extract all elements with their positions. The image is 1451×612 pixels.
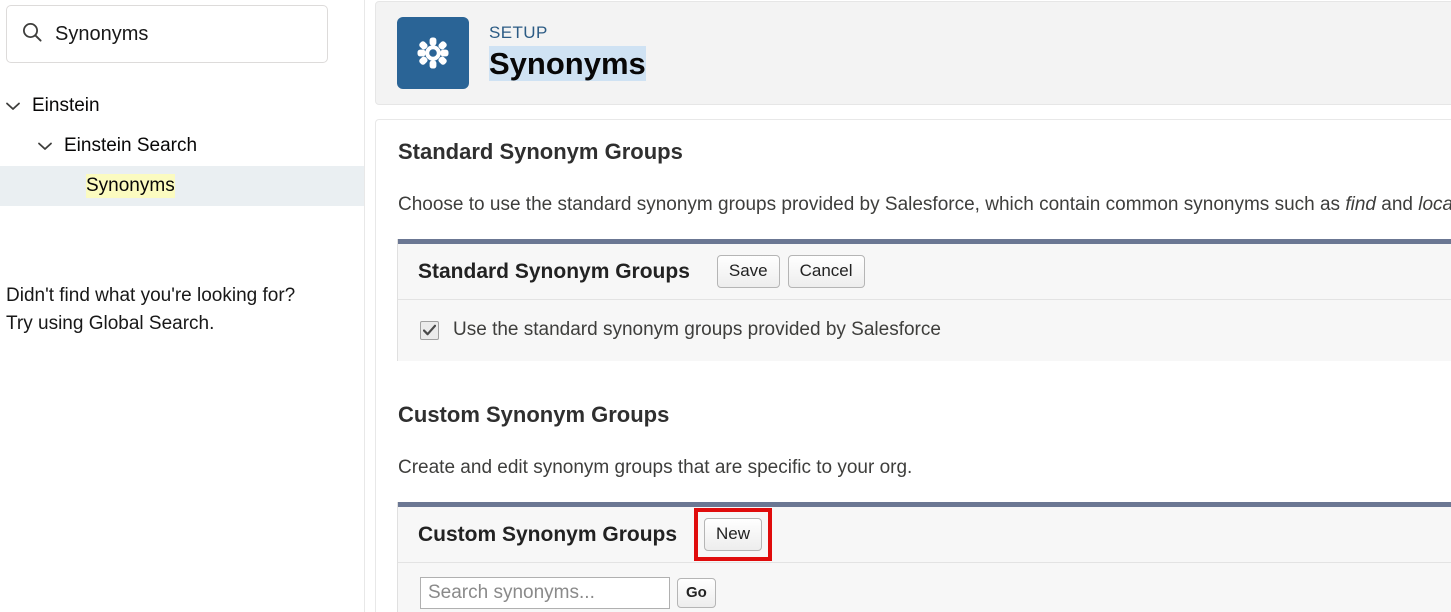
page-title-text: Synonyms <box>489 46 646 81</box>
sidebar-item-einstein[interactable]: Einstein <box>0 86 364 126</box>
custom-panel-title: Custom Synonym Groups <box>418 522 678 546</box>
save-button[interactable]: Save <box>716 255 780 288</box>
standard-panel-actions: Save Cancel <box>716 255 865 288</box>
cancel-button[interactable]: Cancel <box>787 255 865 288</box>
page-body: Standard Synonym Groups Choose to use th… <box>375 119 1451 612</box>
custom-section-description: Create and edit synonym groups that are … <box>398 457 913 478</box>
standard-section-description: Choose to use the standard synonym group… <box>398 192 1451 217</box>
sidebar-help-note-line2: Try using Global Search. <box>6 313 215 334</box>
sidebar-item-label: Synonyms <box>86 174 175 198</box>
check-icon <box>423 324 436 335</box>
main-content: SETUP Synonyms Standard Synonym Groups C… <box>371 0 1451 612</box>
use-standard-synonyms-checkbox[interactable] <box>420 320 439 340</box>
setup-sidebar: Einstein Einstein Search Synonyms Didn't… <box>0 0 364 612</box>
sidebar-help-note-line1: Didn't find what you're looking for? <box>6 285 296 306</box>
standard-section-title: Standard Synonym Groups <box>398 139 683 164</box>
sidebar-help-note: Didn't find what you're looking for? Try… <box>6 282 356 338</box>
standard-description-em1: find <box>1345 194 1376 215</box>
standard-panel-body: Use the standard synonym groups provided… <box>398 300 1451 361</box>
search-icon <box>21 21 43 48</box>
go-button[interactable]: Go <box>677 578 716 608</box>
setup-search-input[interactable] <box>55 21 320 47</box>
sidebar-item-label: Einstein <box>32 95 100 116</box>
page-title: Synonyms <box>489 45 646 83</box>
setup-eyebrow: SETUP <box>489 23 548 42</box>
sidebar-item-label: Einstein Search <box>64 135 198 156</box>
gear-icon <box>397 17 469 89</box>
standard-description-mid: and <box>1375 194 1419 215</box>
custom-synonym-groups-panel: Custom Synonym Groups New Go <box>397 502 1451 612</box>
page-header: SETUP Synonyms <box>375 1 1451 105</box>
chevron-down-icon[interactable] <box>2 95 24 117</box>
sidebar-divider <box>364 0 365 612</box>
setup-search-box[interactable] <box>6 5 328 63</box>
page-header-titles: SETUP Synonyms <box>489 23 646 83</box>
custom-panel-header: Custom Synonym Groups New <box>398 507 1451 563</box>
sidebar-item-synonyms[interactable]: Synonyms <box>0 166 364 206</box>
standard-description-em2: locate <box>1418 194 1451 215</box>
setup-page: Einstein Einstein Search Synonyms Didn't… <box>0 0 1451 612</box>
chevron-down-icon[interactable] <box>34 135 56 157</box>
custom-section-title: Custom Synonym Groups <box>398 402 670 427</box>
sidebar-item-einstein-search[interactable]: Einstein Search <box>0 126 364 166</box>
synonym-search-input[interactable] <box>420 577 670 609</box>
custom-panel-search-row: Go <box>398 563 1451 612</box>
use-standard-synonyms-label: Use the standard synonym groups provided… <box>453 319 941 340</box>
custom-panel-actions: New <box>704 518 763 551</box>
standard-panel-header: Standard Synonym Groups Save Cancel <box>398 244 1451 300</box>
standard-description-pre: Choose to use the standard synonym group… <box>398 194 1346 215</box>
standard-panel-title: Standard Synonym Groups <box>418 259 690 283</box>
standard-synonym-groups-panel: Standard Synonym Groups Save Cancel Use … <box>397 239 1451 361</box>
new-button[interactable]: New <box>704 518 763 551</box>
setup-nav-tree: Einstein Einstein Search Synonyms <box>0 86 364 206</box>
